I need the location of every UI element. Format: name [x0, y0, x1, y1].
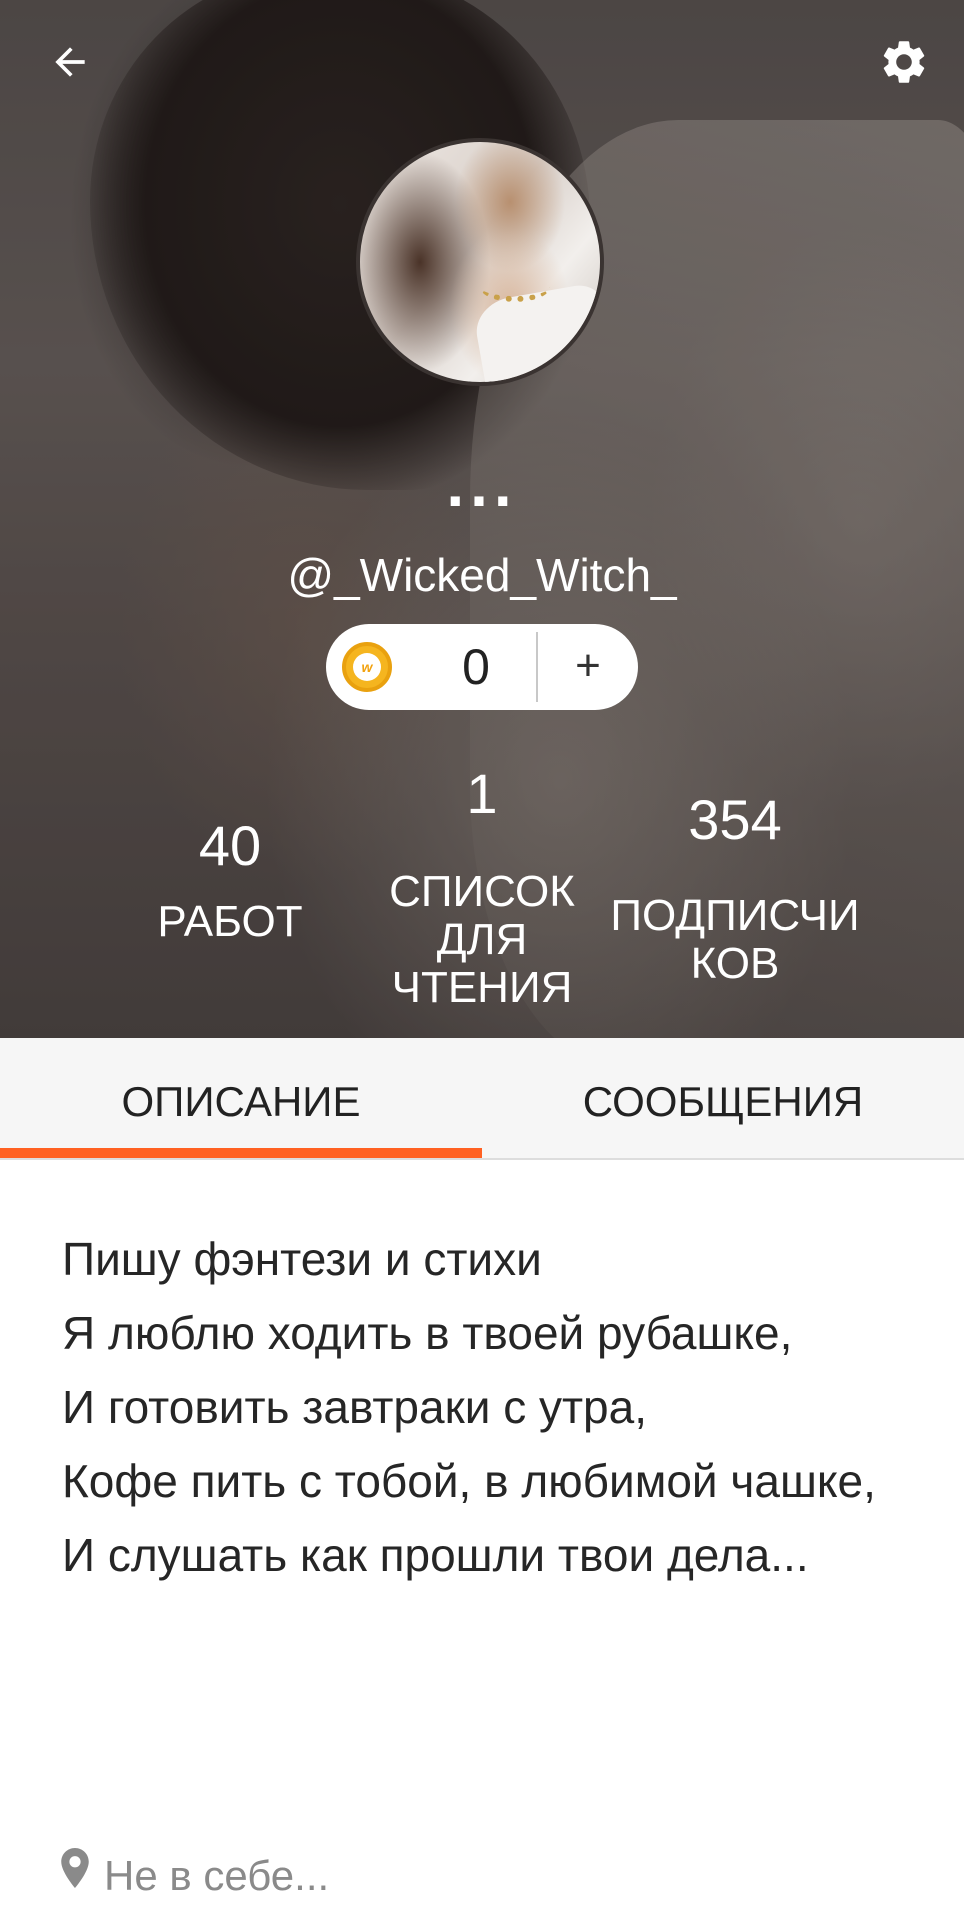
- back-button[interactable]: [38, 30, 102, 94]
- profile-location: Не в себе...: [60, 1848, 329, 1904]
- gear-icon: [883, 41, 925, 83]
- coin-value: 0: [462, 639, 490, 695]
- description-line: Я люблю ходить в твоей рубашке,: [62, 1307, 793, 1359]
- stat-works[interactable]: 40 работ: [120, 814, 340, 946]
- description-line: И готовить завтраки с утра,: [62, 1381, 647, 1433]
- stat-followers-count: 354: [688, 788, 782, 851]
- tab-about[interactable]: Описание: [0, 1038, 482, 1158]
- description-line: Кофе пить с тобой, в любимой чашке,: [62, 1455, 876, 1507]
- stat-reading-lists-label: список для чтения: [389, 867, 575, 1012]
- stat-reading-lists[interactable]: 1 список для чтения: [362, 762, 602, 1012]
- wattpad-coin-icon: w: [342, 642, 392, 692]
- buy-coins-button[interactable]: +: [538, 624, 638, 710]
- stat-followers[interactable]: 354 подписчиков: [610, 788, 860, 988]
- coin-balance: w 0 +: [326, 624, 638, 710]
- display-name: ...: [446, 448, 518, 520]
- location-text: Не в себе...: [104, 1852, 330, 1899]
- tab-messages[interactable]: Сообщения: [482, 1038, 964, 1158]
- settings-button[interactable]: [872, 30, 936, 94]
- stat-works-label: работ: [157, 897, 303, 946]
- stat-reading-lists-count: 1: [466, 762, 498, 825]
- stat-works-count: 40: [198, 814, 262, 877]
- username: @_Wicked_Witch_: [287, 549, 677, 601]
- arrow-left-icon: [55, 47, 85, 77]
- profile-tabs: Описание Сообщения: [0, 1038, 964, 1160]
- profile-description: Пишу фэнтези и стихи Я люблю ходить в тв…: [62, 1222, 922, 1592]
- description-line: Пишу фэнтези и стихи: [62, 1233, 542, 1285]
- profile-avatar[interactable]: [356, 138, 604, 386]
- active-tab-indicator: [0, 1148, 482, 1158]
- location-pin-icon: [60, 1848, 94, 1904]
- stat-followers-label: подписчиков: [610, 891, 860, 988]
- description-line: И слушать как прошли твои дела...: [62, 1529, 809, 1581]
